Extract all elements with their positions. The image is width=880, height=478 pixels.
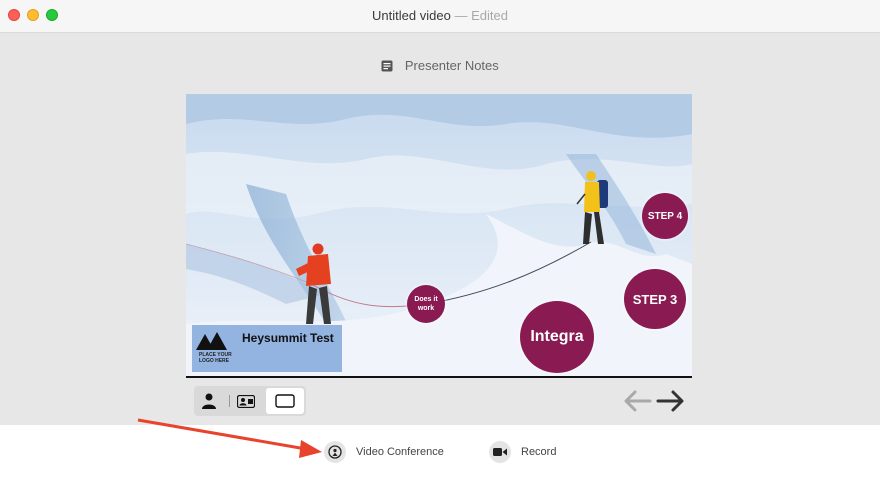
logo-lower-third: PLACE YOUR LOGO HERE Heysummit Test <box>192 325 342 372</box>
layout-presenter-only-button[interactable] <box>196 388 222 414</box>
presenter-notes-button[interactable]: Presenter Notes <box>0 58 880 73</box>
person-icon <box>202 393 216 409</box>
video-camera-icon <box>489 441 511 463</box>
arrow-left-icon <box>624 390 652 412</box>
title-bar: Untitled video — Edited <box>0 0 880 32</box>
window-title-text: Untitled video <box>372 8 451 23</box>
presenter-notes-label: Presenter Notes <box>404 58 499 73</box>
layout-presenter-card-button[interactable] <box>232 388 260 414</box>
record-label: Record <box>521 446 557 458</box>
record-button[interactable]: Record <box>489 441 556 463</box>
step4-marker[interactable]: STEP 4 <box>642 193 688 239</box>
contact-card-icon <box>237 394 255 408</box>
layout-selector <box>194 386 306 416</box>
edited-status: — Edited <box>454 8 508 23</box>
bottom-action-bar: Video Conference Record <box>0 425 880 478</box>
video-conference-label: Video Conference <box>356 446 444 458</box>
layout-slide-only-button[interactable] <box>266 388 304 414</box>
previous-slide-button[interactable] <box>622 388 652 414</box>
logo-placeholder-text: PLACE YOUR LOGO HERE <box>199 352 232 364</box>
step3-marker[interactable]: STEP 3 <box>624 269 686 329</box>
mountain-logo-icon <box>196 332 227 350</box>
layout-divider <box>229 395 230 407</box>
video-conference-button[interactable]: Video Conference <box>324 441 444 463</box>
integra-marker[interactable]: Integra <box>520 301 594 373</box>
slide-preview[interactable]: STEP 4 STEP 3 Integra Does it work PLACE… <box>186 94 692 378</box>
broadcast-icon <box>324 441 346 463</box>
next-slide-button[interactable] <box>656 388 686 414</box>
lower-third-title: Heysummit Test <box>242 331 334 345</box>
notes-icon <box>381 60 393 72</box>
arrow-right-icon <box>656 390 684 412</box>
does-it-work-marker[interactable]: Does it work <box>407 285 445 323</box>
rectangle-icon <box>275 394 295 408</box>
window-title: Untitled video — Edited <box>0 8 880 23</box>
